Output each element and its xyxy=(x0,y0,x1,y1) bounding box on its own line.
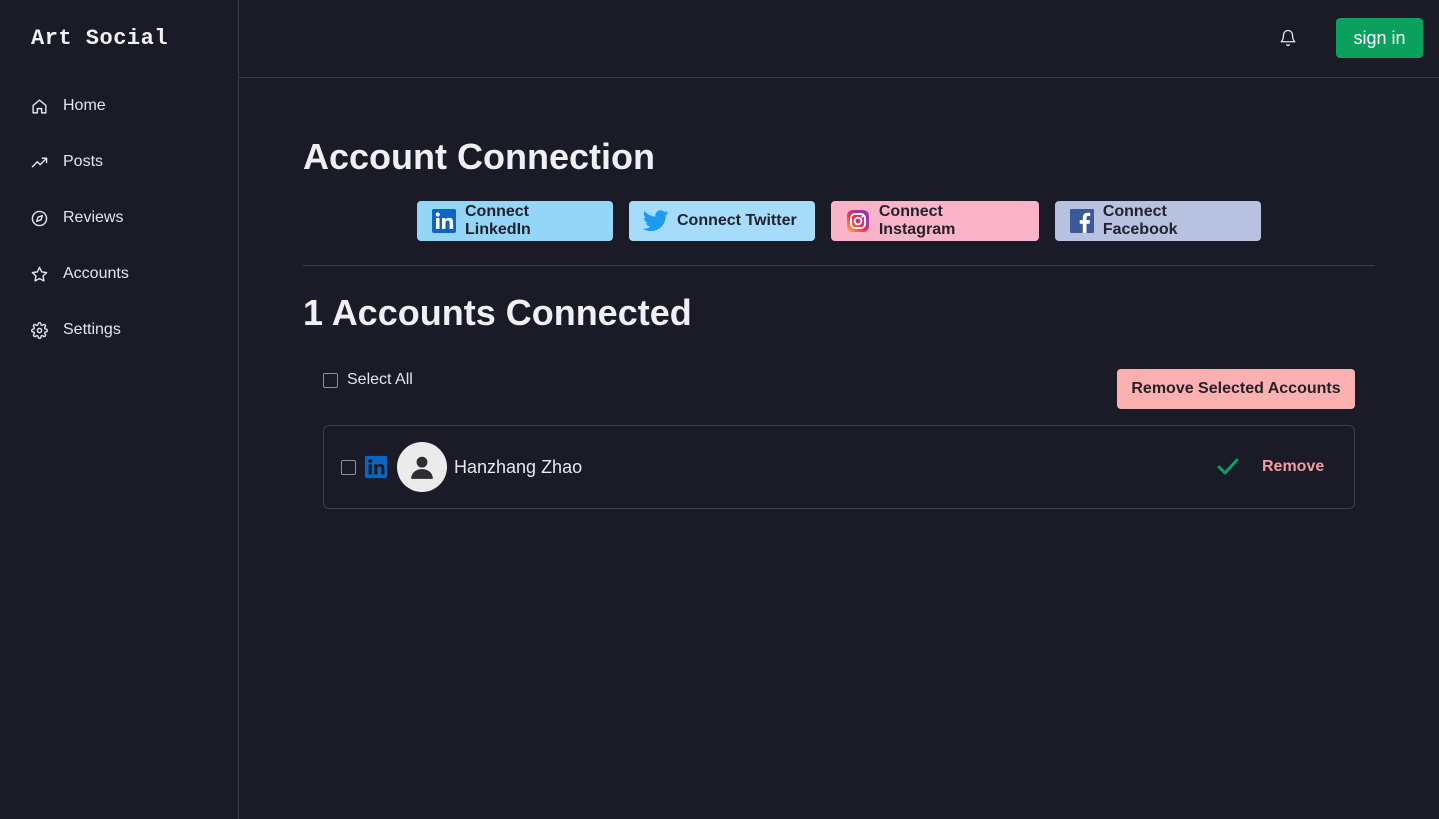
connect-facebook-button[interactable]: Connect Facebook xyxy=(1055,201,1261,241)
account-name: Hanzhang Zhao xyxy=(454,457,583,477)
twitter-icon xyxy=(643,208,669,234)
sign-in-button[interactable]: sign in xyxy=(1336,18,1423,58)
connect-linkedin-button[interactable]: Connect LinkedIn xyxy=(417,201,613,241)
sidebar-item-label: Accounts xyxy=(63,265,129,282)
bell-icon[interactable] xyxy=(1279,28,1297,48)
connect-facebook-label: Connect Facebook xyxy=(1102,203,1178,238)
page-title: Account Connection xyxy=(303,136,655,177)
check-icon xyxy=(1217,457,1239,477)
connect-linkedin-label: Connect LinkedIn xyxy=(465,203,531,238)
sidebar-item-label: Reviews xyxy=(63,209,124,226)
sidebar-item-home[interactable]: Home xyxy=(30,84,220,128)
connect-twitter-button[interactable]: Connect Twitter xyxy=(629,201,815,241)
sidebar-item-posts[interactable]: Posts xyxy=(30,140,220,184)
select-all-label: Select All xyxy=(347,371,413,388)
connect-instagram-button[interactable]: Connect Instagram xyxy=(831,201,1039,241)
select-all-checkbox[interactable] xyxy=(323,372,338,388)
sidebar-item-label: Settings xyxy=(63,321,121,338)
facebook-icon xyxy=(1069,208,1095,234)
home-icon xyxy=(30,97,48,115)
sidebar: Art Social Home Posts Reviews Accounts S… xyxy=(0,0,239,819)
remove-selected-button[interactable]: Remove Selected Accounts xyxy=(1117,369,1355,409)
trending-up-icon xyxy=(30,153,48,171)
sidebar-item-reviews[interactable]: Reviews xyxy=(30,196,220,240)
linkedin-icon xyxy=(431,208,457,234)
connect-twitter-label: Connect Twitter xyxy=(677,212,797,229)
app-logo[interactable]: Art Social xyxy=(31,26,168,51)
sidebar-item-label: Home xyxy=(63,97,106,114)
linkedin-icon xyxy=(364,455,388,479)
section-divider xyxy=(303,265,1375,266)
top-bar: sign in xyxy=(239,0,1439,78)
star-icon xyxy=(30,265,48,283)
remove-account-button[interactable]: Remove xyxy=(1262,458,1324,476)
sidebar-item-accounts[interactable]: Accounts xyxy=(30,252,220,296)
account-row: Hanzhang Zhao Remove xyxy=(323,425,1355,509)
connect-buttons: Connect LinkedIn Connect Twitter Connect… xyxy=(417,201,1261,241)
compass-icon xyxy=(30,209,48,227)
user-icon xyxy=(411,456,433,479)
avatar xyxy=(397,442,447,492)
sidebar-item-settings[interactable]: Settings xyxy=(30,308,220,352)
select-all-control[interactable]: Select All xyxy=(323,371,413,389)
connect-instagram-label: Connect Instagram xyxy=(878,203,956,238)
instagram-icon xyxy=(845,208,871,234)
sidebar-item-label: Posts xyxy=(63,153,104,170)
account-checkbox[interactable] xyxy=(341,460,356,475)
sidebar-nav: Home Posts Reviews Accounts Settings xyxy=(30,84,220,364)
connected-accounts-title: 1 Accounts Connected xyxy=(303,292,692,333)
gear-icon xyxy=(30,321,48,339)
